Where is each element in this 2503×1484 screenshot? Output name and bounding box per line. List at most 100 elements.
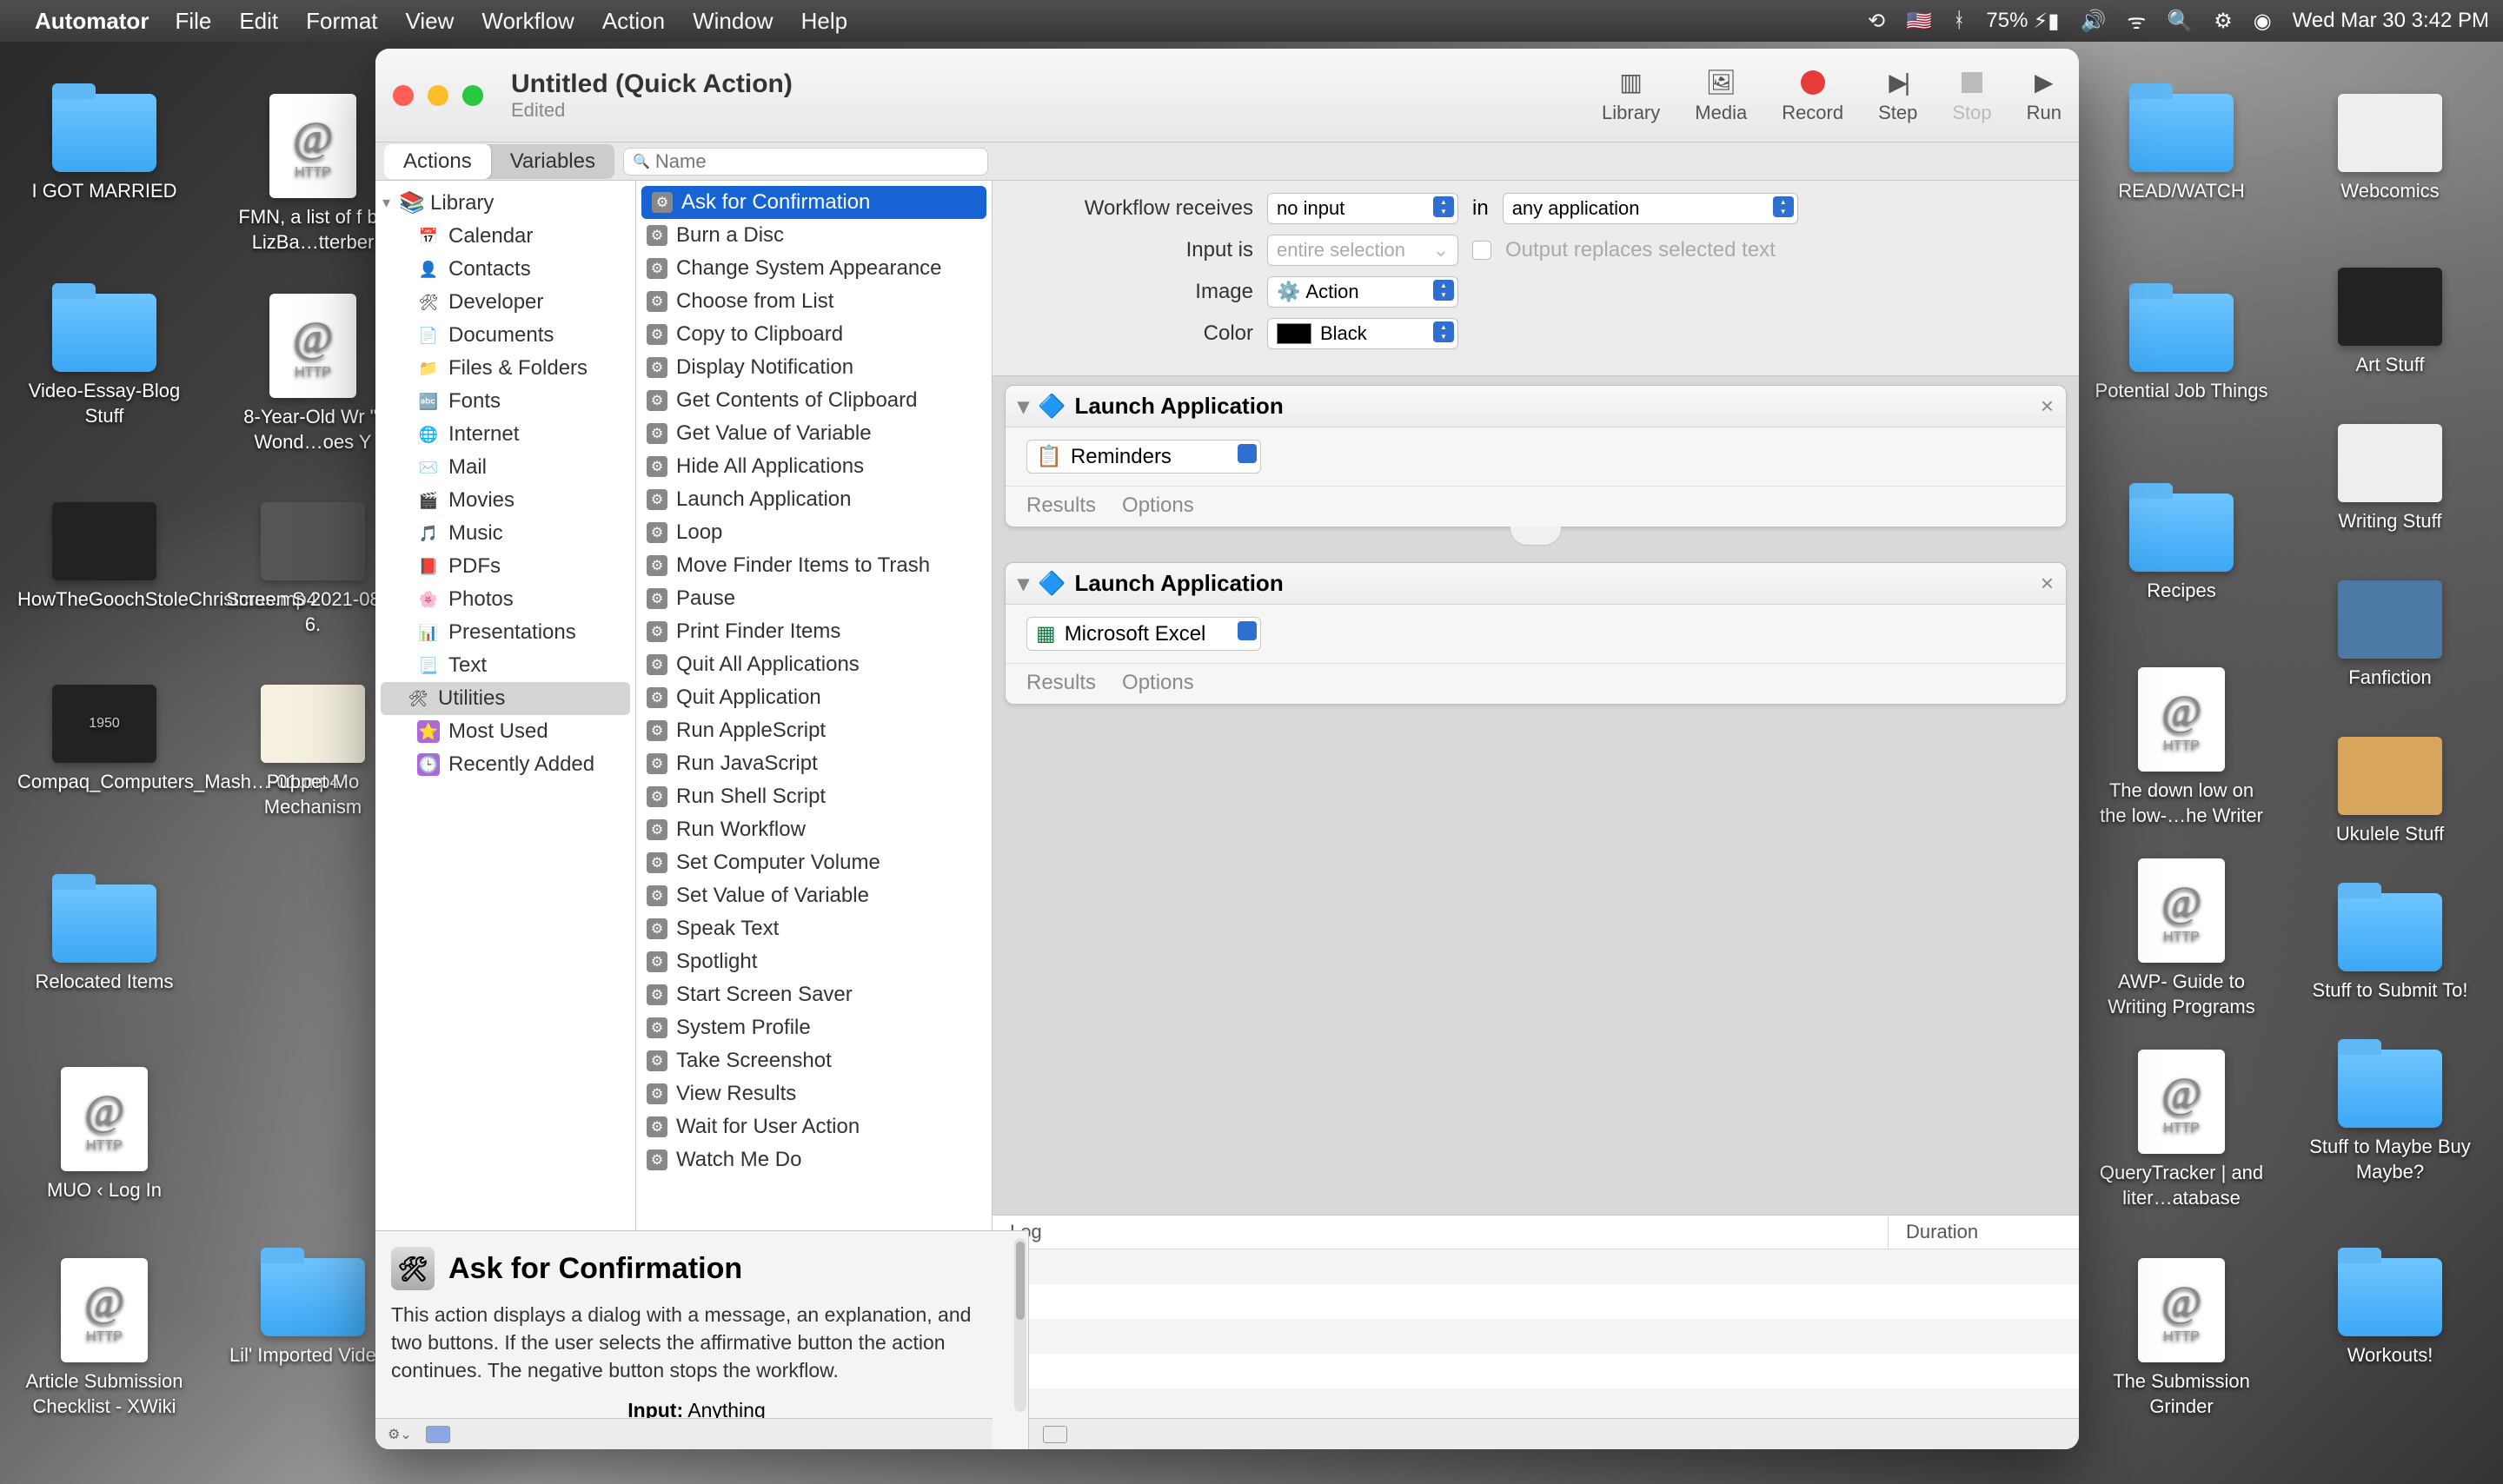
action-item[interactable]: ⚙Set Value of Variable — [636, 879, 992, 912]
desktop-icon[interactable]: HowTheGoochStoleChristmas.mp4 — [17, 502, 191, 613]
desktop-icon[interactable]: @HTTP8-Year-Old Wr "I Wond…oes Y — [226, 294, 400, 454]
desktop-icon[interactable]: Ukulele Stuff — [2303, 737, 2477, 847]
action-item[interactable]: ⚙Print Finder Items — [636, 615, 992, 648]
app-picker[interactable]: 📋Reminders — [1026, 440, 1261, 474]
results-button[interactable]: Results — [1026, 671, 1096, 695]
zoom-button[interactable] — [462, 85, 483, 106]
control-center-icon[interactable]: ⚙︎ — [2214, 9, 2233, 34]
workflow-action-1[interactable]: ▾🔷Launch Application× 📋Reminders Results… — [1005, 385, 2067, 527]
color-select[interactable]: Black — [1267, 318, 1458, 349]
desktop-icon[interactable]: READ/WATCH — [2095, 94, 2268, 204]
clock[interactable]: Wed Mar 30 3:42 PM — [2293, 9, 2489, 33]
desktop-icon[interactable]: I GOT MARRIED — [17, 94, 191, 204]
action-item[interactable]: ⚙Take Screenshot — [636, 1044, 992, 1077]
action-item[interactable]: ⚙Copy to Clipboard — [636, 318, 992, 351]
action-item[interactable]: ⚙Run JavaScript — [636, 747, 992, 780]
search-input[interactable] — [655, 150, 979, 173]
results-button[interactable]: Results — [1026, 494, 1096, 518]
desktop-icon[interactable]: Fanfiction — [2303, 580, 2477, 691]
options-button[interactable]: Options — [1122, 494, 1194, 518]
action-item[interactable]: ⚙System Profile — [636, 1011, 992, 1044]
desktop-icon[interactable]: 1950Compaq_Computers_Mash…-01.mp4 — [17, 685, 191, 795]
action-item[interactable]: ⚙Run Shell Script — [636, 780, 992, 813]
library-item[interactable]: 📕PDFs — [375, 550, 635, 583]
toolbar-step[interactable]: Step — [1878, 67, 1917, 124]
library-item[interactable]: 📁Files & Folders — [375, 352, 635, 385]
log-view-flow-icon[interactable] — [1043, 1426, 1067, 1443]
log-col-log[interactable]: Log — [993, 1216, 1888, 1249]
spotlight-icon[interactable]: 🔍 — [2167, 9, 2193, 34]
toolbar-run[interactable]: Run — [2027, 67, 2061, 124]
toolbar-library[interactable]: ▥Library — [1602, 67, 1660, 124]
app-name[interactable]: Automator — [35, 8, 149, 35]
wifi-icon[interactable]: ᯤ — [2127, 7, 2146, 36]
menu-window[interactable]: Window — [693, 8, 773, 35]
bluetooth-icon[interactable]: ᚼ — [1953, 9, 1965, 33]
action-item[interactable]: ⚙Get Value of Variable — [636, 417, 992, 450]
desktop-icon[interactable]: @HTTPArticle Submission Checklist - XWik… — [17, 1258, 191, 1419]
menu-format[interactable]: Format — [306, 8, 377, 35]
action-item[interactable]: ⚙Get Contents of Clipboard — [636, 384, 992, 417]
log-col-duration[interactable]: Duration — [1888, 1216, 2079, 1249]
action-item[interactable]: ⚙Burn a Disc — [636, 219, 992, 252]
desktop-icon[interactable]: Stuff to Submit To! — [2303, 893, 2477, 1004]
library-item[interactable]: 📄Documents — [375, 319, 635, 352]
desktop-icon[interactable]: Puppet Mo Mechanism — [226, 685, 400, 819]
minimize-button[interactable] — [428, 85, 448, 106]
output-replaces-checkbox[interactable] — [1472, 241, 1491, 260]
workflow-action-2[interactable]: ▾🔷Launch Application× ▦Microsoft Excel R… — [1005, 562, 2067, 705]
library-item[interactable]: 🔤Fonts — [375, 385, 635, 418]
description-toggle-icon[interactable] — [426, 1426, 450, 1443]
close-icon[interactable]: × — [2041, 570, 2054, 597]
desktop-icon[interactable]: Stuff to Maybe Buy Maybe? — [2303, 1050, 2477, 1184]
disclosure-icon[interactable]: ▾ — [1018, 393, 1029, 420]
desktop-icon[interactable]: @HTTPThe Submission Grinder — [2095, 1258, 2268, 1419]
desktop-icon[interactable]: @HTTPThe down low on the low-…he Writer — [2095, 667, 2268, 828]
action-item[interactable]: ⚙Run Workflow — [636, 813, 992, 846]
library-item[interactable]: ✉️Mail — [375, 451, 635, 484]
desktop-icon[interactable]: Workouts! — [2303, 1258, 2477, 1368]
timemachine-icon[interactable]: ⟲ — [1868, 9, 1885, 34]
library-item[interactable]: 📃Text — [375, 649, 635, 682]
library-item[interactable]: 🕒Recently Added — [375, 748, 635, 781]
app-picker[interactable]: ▦Microsoft Excel — [1026, 617, 1261, 651]
action-item[interactable]: ⚙Launch Application — [636, 483, 992, 516]
tab-variables[interactable]: Variables — [491, 144, 614, 179]
desktop-icon[interactable]: Art Stuff — [2303, 268, 2477, 378]
action-item[interactable]: ⚙Pause — [636, 582, 992, 615]
action-item[interactable]: ⚙Loop — [636, 516, 992, 549]
menu-file[interactable]: File — [175, 8, 211, 35]
menu-edit[interactable]: Edit — [239, 8, 278, 35]
desktop-icon[interactable]: @HTTPFMN, a list of f by LizBa…tterber — [226, 94, 400, 255]
desktop-icon[interactable]: Screen S 2021-08…6. — [226, 502, 400, 637]
close-icon[interactable]: × — [2041, 393, 2054, 420]
description-scrollbar[interactable] — [1014, 1238, 1026, 1412]
library-root[interactable]: ▾📚Library — [375, 186, 635, 220]
flag-icon[interactable]: 🇺🇸 — [1906, 9, 1932, 34]
tab-actions[interactable]: Actions — [384, 144, 491, 179]
desktop-icon[interactable]: @HTTPQueryTracker | and liter…atabase — [2095, 1050, 2268, 1210]
desktop-icon[interactable]: Writing Stuff — [2303, 424, 2477, 534]
receives-select[interactable]: no input — [1267, 193, 1458, 224]
in-app-select[interactable]: any application — [1503, 193, 1798, 224]
library-item[interactable]: 📅Calendar — [375, 220, 635, 253]
action-item[interactable]: ⚙Ask for Confirmation — [641, 186, 986, 219]
menu-help[interactable]: Help — [801, 8, 847, 35]
library-item[interactable]: 📊Presentations — [375, 616, 635, 649]
action-item[interactable]: ⚙Spotlight — [636, 945, 992, 978]
desktop-icon[interactable]: Relocated Items — [17, 884, 191, 995]
desktop-icon[interactable]: Lil' Imported Videos — [226, 1258, 400, 1368]
action-item[interactable]: ⚙Move Finder Items to Trash — [636, 549, 992, 582]
action-item[interactable]: ⚙Wait for User Action — [636, 1110, 992, 1143]
action-item[interactable]: ⚙Speak Text — [636, 912, 992, 945]
action-item[interactable]: ⚙Run AppleScript — [636, 714, 992, 747]
menu-action[interactable]: Action — [602, 8, 665, 35]
toolbar-record[interactable]: Record — [1782, 67, 1843, 124]
disclosure-icon[interactable]: ▾ — [1018, 570, 1029, 597]
toolbar-media[interactable]: 🖼Media — [1695, 67, 1747, 124]
menu-view[interactable]: View — [406, 8, 455, 35]
action-item[interactable]: ⚙Watch Me Do — [636, 1143, 992, 1176]
library-item[interactable]: 👤Contacts — [375, 253, 635, 286]
battery-status[interactable]: 75%⚡︎▮ — [1986, 9, 2059, 34]
menu-workflow[interactable]: Workflow — [481, 8, 574, 35]
